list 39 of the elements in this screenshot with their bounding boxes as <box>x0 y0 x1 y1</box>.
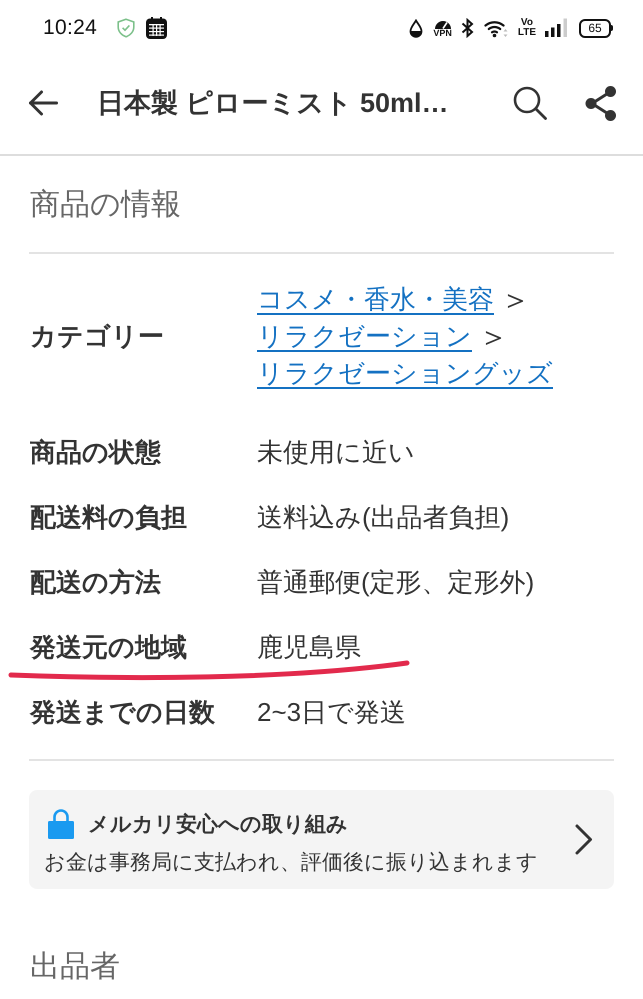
search-icon[interactable] <box>513 86 547 120</box>
category-link[interactable]: コスメ・香水・美容 <box>257 281 494 318</box>
share-icon[interactable] <box>585 86 617 120</box>
battery-indicator: 65 <box>579 18 613 38</box>
detail-label: 発送までの日数 <box>29 696 216 729</box>
gauge-icon <box>434 18 452 28</box>
safety-info-card[interactable]: メルカリ安心への取り組み お金は事務局に支払われ、評価後に振り込まれます <box>29 790 614 889</box>
category-link[interactable]: リラクゼーショングッズ <box>257 355 553 392</box>
signal-strength-icon <box>545 18 568 38</box>
detail-value: 普通郵便(定形、定形外) <box>257 566 536 599</box>
network-type-label: Vo <box>520 18 533 28</box>
detail-value: 2~3日で発送 <box>257 696 408 729</box>
network-type-label: LTE <box>518 28 536 38</box>
shield-check-icon <box>117 18 136 38</box>
clock-time: 10:24 <box>43 16 98 40</box>
page-title: 日本製 ピローミスト 50ml… <box>97 87 449 120</box>
wifi-icon <box>484 18 509 38</box>
calendar-icon <box>146 17 168 39</box>
breadcrumb-separator: ＞ <box>478 318 509 355</box>
padlock-icon <box>48 808 74 839</box>
water-drop-icon <box>409 18 424 38</box>
detail-value: 送料込み(出品者負担) <box>257 501 510 534</box>
bluetooth-icon <box>460 18 474 38</box>
section-heading: 商品の情報 <box>29 186 181 222</box>
section-heading: 出品者 <box>30 950 120 983</box>
detail-label: カテゴリー <box>29 320 165 353</box>
back-arrow-icon[interactable] <box>28 90 58 116</box>
notice-title: メルカリ安心への取り組み <box>88 812 348 838</box>
detail-value: 鹿児島県 <box>257 631 362 664</box>
detail-label: 配送料の負担 <box>29 501 188 534</box>
breadcrumb-separator: ＞ <box>500 281 531 318</box>
detail-label: 発送元の地域 <box>29 631 188 664</box>
detail-label: 配送の方法 <box>29 566 162 599</box>
vpn-label: VPN <box>433 28 452 38</box>
detail-label: 商品の状態 <box>29 436 162 469</box>
chevron-right-icon <box>575 824 593 855</box>
notice-description: お金は事務局に支払われ、評価後に振り込まれます <box>44 850 538 876</box>
detail-value: 未使用に近い <box>257 436 416 469</box>
category-link[interactable]: リラクゼーション <box>257 318 472 355</box>
